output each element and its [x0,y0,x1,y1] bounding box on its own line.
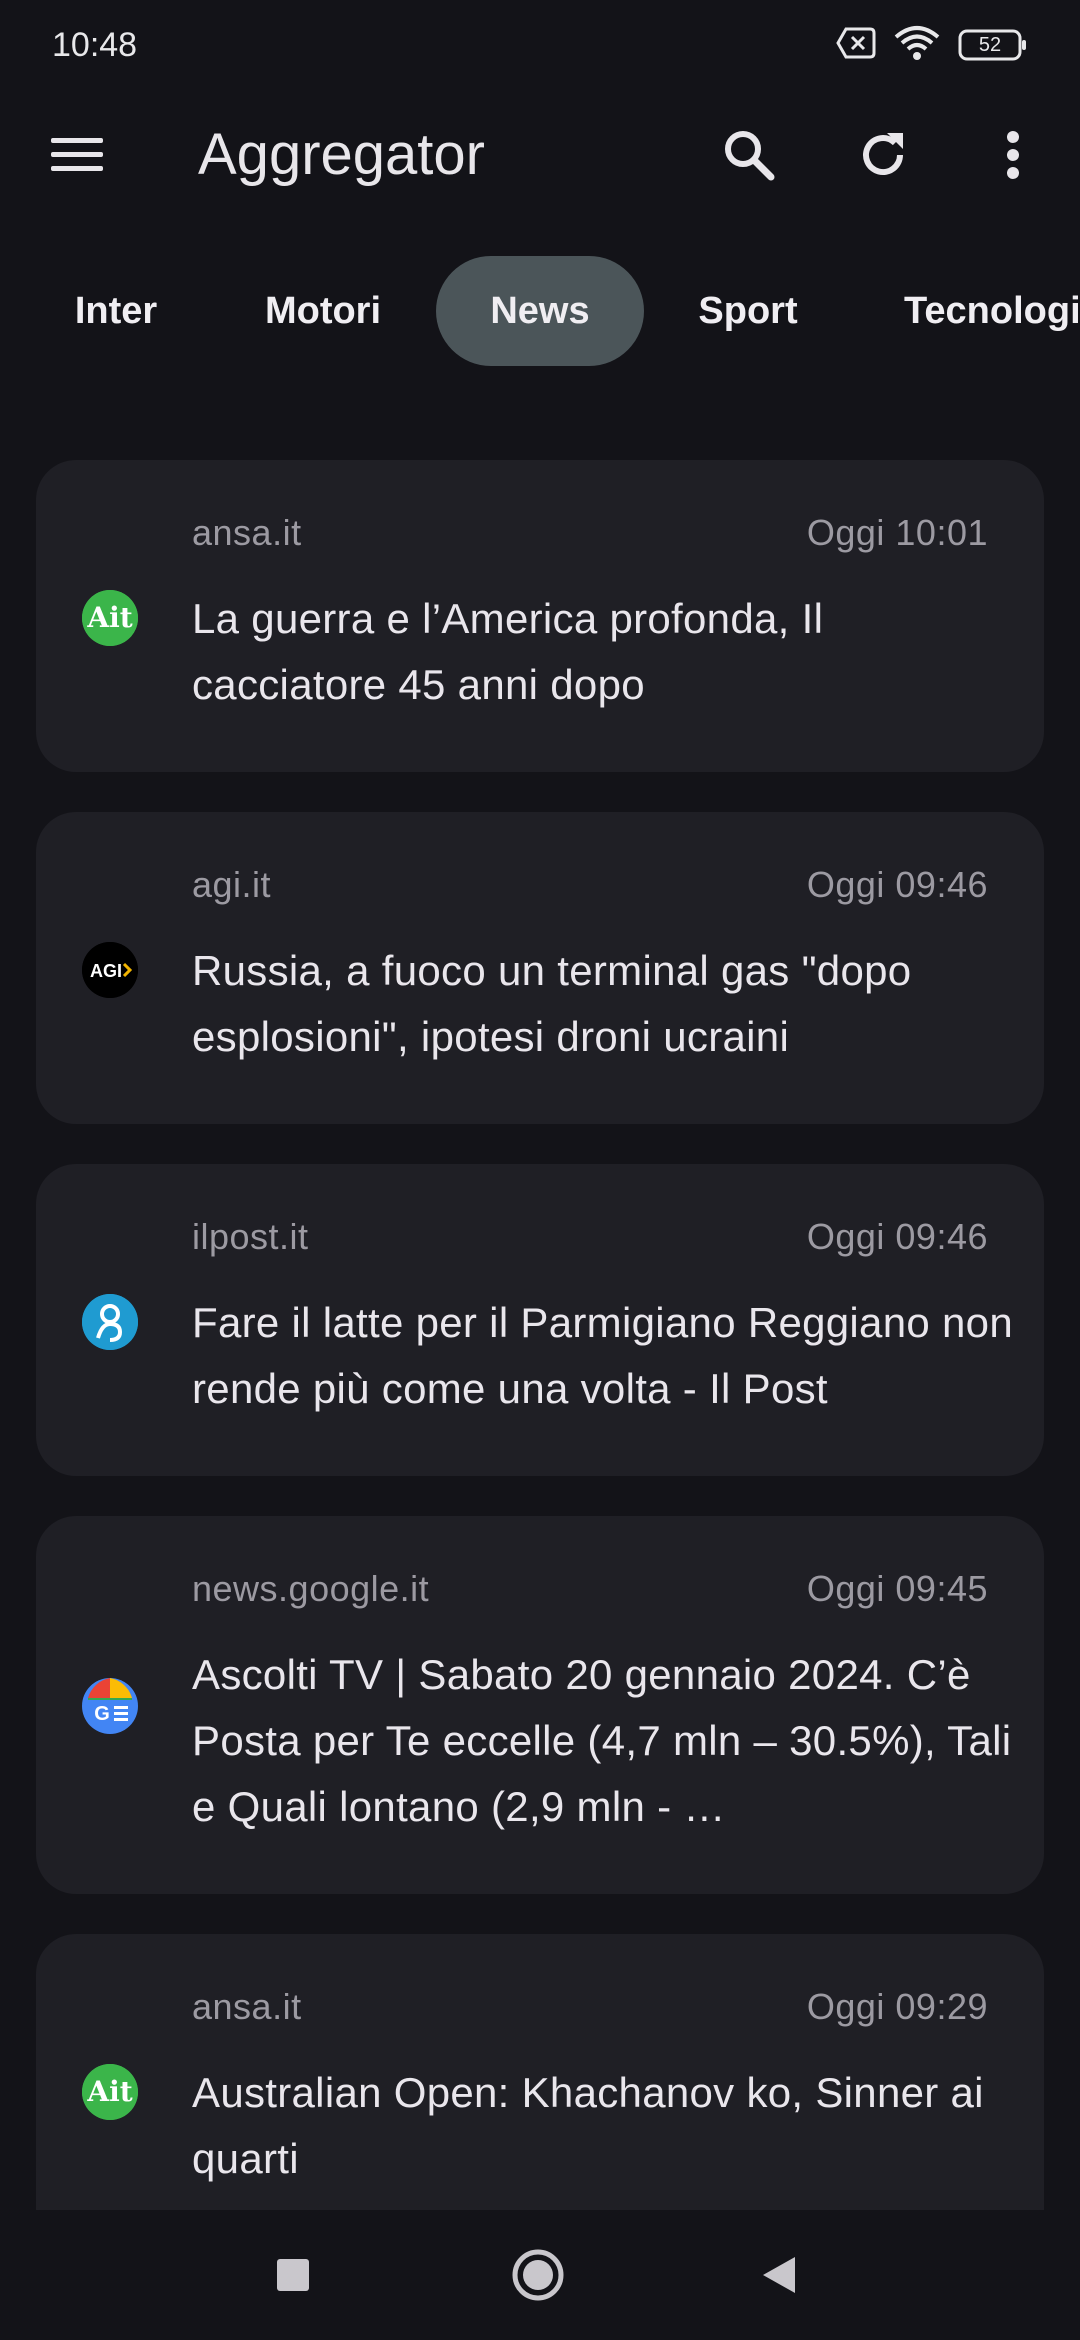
article-source: ilpost.it [192,1216,309,1257]
article-source: agi.it [192,864,272,905]
tab-news[interactable]: News [436,256,644,366]
recents-square-icon [277,2259,309,2291]
article-time: Oggi 09:46 [806,864,988,905]
google-news-logo-icon: G [82,1678,138,1734]
battery-level: 52 [978,34,1002,56]
ansa-logo-icon: Ait [82,2064,138,2120]
battery-icon: 52 [958,28,1028,62]
article-title: Australian Open: Khachanov ko, Sinner ai… [192,2069,984,2182]
article-title: Fare il latte per il Parmigiano Reggiano… [192,1299,1013,1412]
article-card[interactable]: G news.google.it Oggi 09:45 Ascolti TV |… [36,1516,1044,1894]
system-navigation-bar [0,2210,1080,2340]
article-title: Ascolti TV | Sabato 20 gennaio 2024. C’è… [192,1651,1012,1830]
article-title: La guerra e l’America profonda, Il cacci… [192,595,824,708]
svg-text:Ait: Ait [86,2075,132,2108]
app-title: Aggregator [198,122,485,187]
article-time: Oggi 09:29 [806,1986,988,2027]
status-bar: 10:48 52 [0,0,1080,90]
svg-text:G: G [94,1703,110,1725]
top-app-bar: Aggregator [0,90,1080,220]
article-title: Russia, a fuoco un terminal gas "dopo es… [192,947,912,1060]
tab-tecnologia[interactable]: Tecnologia [890,256,1080,366]
svg-text:AGI: AGI [90,961,122,981]
category-tabs[interactable]: Inter Motori News Sport Tecnologia [0,250,1080,370]
article-source: ansa.it [192,1986,302,2027]
article-card[interactable]: Ait ansa.it Oggi 09:29 Australian Open: … [36,1934,1044,2210]
menu-button[interactable] [40,118,114,192]
recents-button[interactable] [258,2240,328,2310]
article-card[interactable]: Ait ansa.it Oggi 10:01 La guerra e l’Ame… [36,460,1044,772]
article-source: news.google.it [192,1568,430,1609]
wifi-icon [894,25,940,66]
article-card[interactable]: AGI agi.it Oggi 09:46 Russia, a fuoco un… [36,812,1044,1124]
search-button[interactable] [712,118,786,192]
svg-text:Ait: Ait [86,601,132,634]
sim-off-icon [836,27,876,64]
home-circle-icon [512,2249,564,2301]
article-time: Oggi 10:01 [806,512,988,553]
menu-icon [51,138,103,171]
tab-inter[interactable]: Inter [48,256,184,366]
more-options-button[interactable] [976,118,1050,192]
article-source: ansa.it [192,512,302,553]
refresh-icon [863,133,903,176]
refresh-button[interactable] [846,118,920,192]
status-icons: 52 [836,25,1028,66]
agi-logo-icon: AGI [82,942,138,998]
status-time: 10:48 [52,25,138,64]
article-time: Oggi 09:45 [806,1568,988,1609]
back-button[interactable] [744,2240,814,2310]
article-time: Oggi 09:46 [806,1216,988,1257]
more-vert-icon [1007,131,1019,179]
ilpost-logo-icon [82,1294,138,1350]
tab-sport[interactable]: Sport [680,256,816,366]
ansa-logo-icon: Ait [82,590,138,646]
search-icon [725,131,775,181]
home-button[interactable] [503,2240,573,2310]
back-triangle-icon [763,2257,795,2293]
article-card[interactable]: ilpost.it Oggi 09:46 Fare il latte per i… [36,1164,1044,1476]
tab-motori[interactable]: Motori [248,256,398,366]
